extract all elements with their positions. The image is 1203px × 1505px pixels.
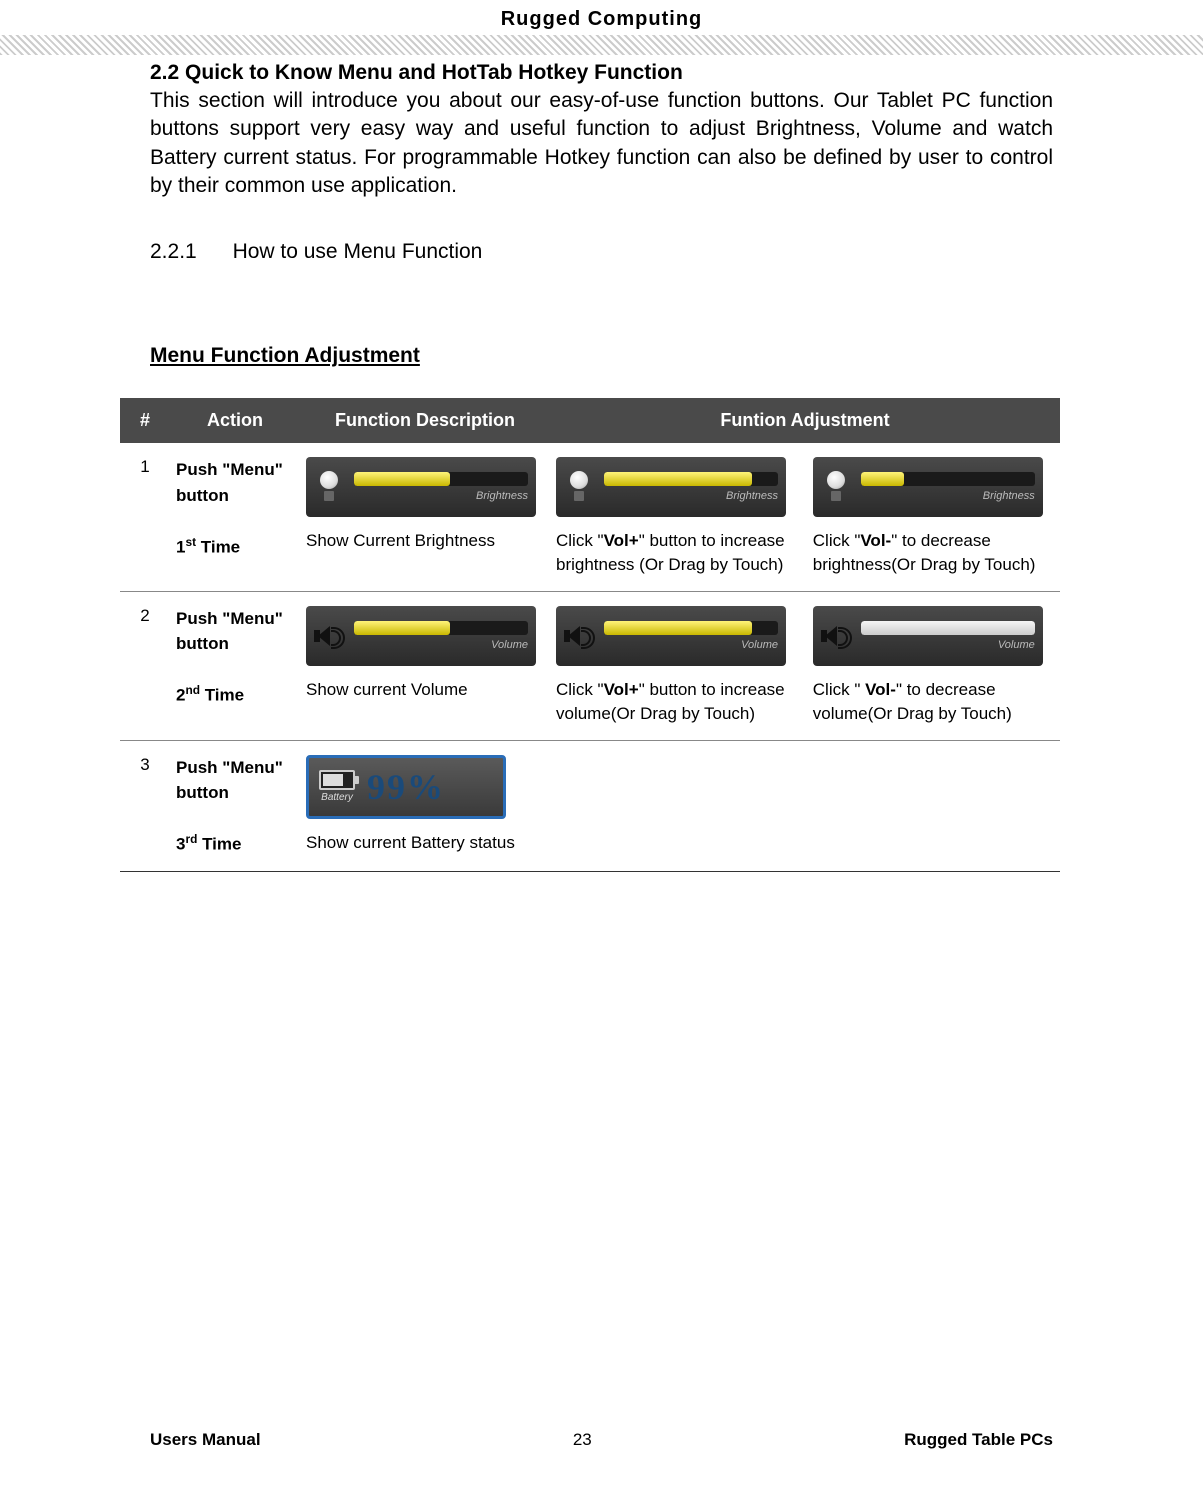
document-header-title: Rugged Computing	[0, 0, 1203, 31]
osd-label: Volume	[354, 639, 528, 651]
row-func: Volume Show current Volume	[300, 591, 550, 740]
adj-desc: Click "Vol+" button to increase brightne…	[556, 529, 801, 577]
action-time-sup: nd	[185, 683, 200, 697]
row-adj1: Brightness Click "Vol+" button to increa…	[550, 443, 807, 591]
row-func: Brightness Show Current Brightness	[300, 443, 550, 591]
action-text: Push "Menu" button	[176, 758, 283, 803]
row-adj2	[807, 740, 1060, 872]
battery-percentage: 99%	[367, 766, 445, 808]
func-desc: Show current Battery status	[306, 831, 544, 855]
row-action: Push "Menu" button 2nd Time	[170, 591, 300, 740]
section-intro: This section will introduce you about ou…	[150, 87, 1053, 200]
osd-label: Volume	[604, 639, 778, 651]
footer-left: Users Manual	[150, 1430, 261, 1450]
bulb-icon	[821, 467, 851, 507]
func-desc: Show current Volume	[306, 678, 544, 702]
row-adj2: Volume Click " Vol-" to decrease volume(…	[807, 591, 1060, 740]
adj-desc: Click "Vol-" to decrease brightness(Or D…	[813, 529, 1054, 577]
table-row: 3 Push "Menu" button 3rd Time Battery 99…	[120, 740, 1060, 872]
volume-osd: Volume	[813, 606, 1043, 666]
row-adj2: Brightness Click "Vol-" to decrease brig…	[807, 443, 1060, 591]
action-time-sup: st	[185, 535, 196, 549]
menu-function-table: # Action Function Description Funtion Ad…	[120, 398, 1060, 872]
row-num: 1	[120, 443, 170, 591]
row-action: Push "Menu" button 1st Time	[170, 443, 300, 591]
action-text: Push "Menu" button	[176, 609, 283, 654]
brightness-osd: Brightness	[813, 457, 1043, 517]
action-time-sup: rd	[185, 832, 197, 846]
section-title: 2.2 Quick to Know Menu and HotTab Hotkey…	[150, 61, 1053, 85]
row-adj1: Volume Click "Vol+" button to increase v…	[550, 591, 807, 740]
col-header-num: #	[120, 398, 170, 443]
row-func: Battery 99% Show current Battery status	[300, 740, 550, 872]
volume-osd: Volume	[556, 606, 786, 666]
row-adj1	[550, 740, 807, 872]
osd-label: Brightness	[861, 490, 1035, 502]
action-time-suffix: Time	[200, 686, 244, 705]
brightness-osd: Brightness	[556, 457, 786, 517]
col-header-adj: Funtion Adjustment	[550, 398, 1060, 443]
row-action: Push "Menu" button 3rd Time	[170, 740, 300, 872]
decorative-divider	[0, 35, 1203, 55]
adj-desc: Click "Vol+" button to increase volume(O…	[556, 678, 801, 726]
speaker-icon	[821, 623, 851, 649]
osd-label: Volume	[861, 639, 1035, 651]
action-text: Push "Menu" button	[176, 460, 283, 505]
speaker-icon	[314, 623, 344, 649]
bulb-icon	[564, 467, 594, 507]
table-title: Menu Function Adjustment	[150, 344, 1053, 368]
func-desc: Show Current Brightness	[306, 529, 544, 553]
subsection-number: 2.2.1	[150, 240, 197, 264]
osd-label: Brightness	[604, 490, 778, 502]
battery-osd: Battery 99%	[306, 755, 506, 819]
battery-label: Battery	[321, 792, 353, 803]
action-time-suffix: Time	[197, 835, 241, 854]
subsection-heading: 2.2.1 How to use Menu Function	[150, 240, 1053, 264]
speaker-icon	[564, 623, 594, 649]
col-header-func: Function Description	[300, 398, 550, 443]
footer-page: 23	[573, 1430, 592, 1450]
main-content: 2.2 Quick to Know Menu and HotTab Hotkey…	[0, 61, 1203, 872]
adj-desc: Click " Vol-" to decrease volume(Or Drag…	[813, 678, 1054, 726]
table-row: 1 Push "Menu" button 1st Time Brightness…	[120, 443, 1060, 591]
action-time-suffix: Time	[196, 538, 240, 557]
osd-label: Brightness	[354, 490, 528, 502]
table-row: 2 Push "Menu" button 2nd Time Volume Sho…	[120, 591, 1060, 740]
col-header-action: Action	[170, 398, 300, 443]
battery-icon	[319, 770, 355, 790]
volume-osd: Volume	[306, 606, 536, 666]
subsection-title: How to use Menu Function	[233, 240, 483, 263]
document-footer: Users Manual 23 Rugged Table PCs	[150, 1430, 1053, 1450]
table-header-row: # Action Function Description Funtion Ad…	[120, 398, 1060, 443]
bulb-icon	[314, 467, 344, 507]
row-num: 2	[120, 591, 170, 740]
brightness-osd: Brightness	[306, 457, 536, 517]
row-num: 3	[120, 740, 170, 872]
footer-right: Rugged Table PCs	[904, 1430, 1053, 1450]
